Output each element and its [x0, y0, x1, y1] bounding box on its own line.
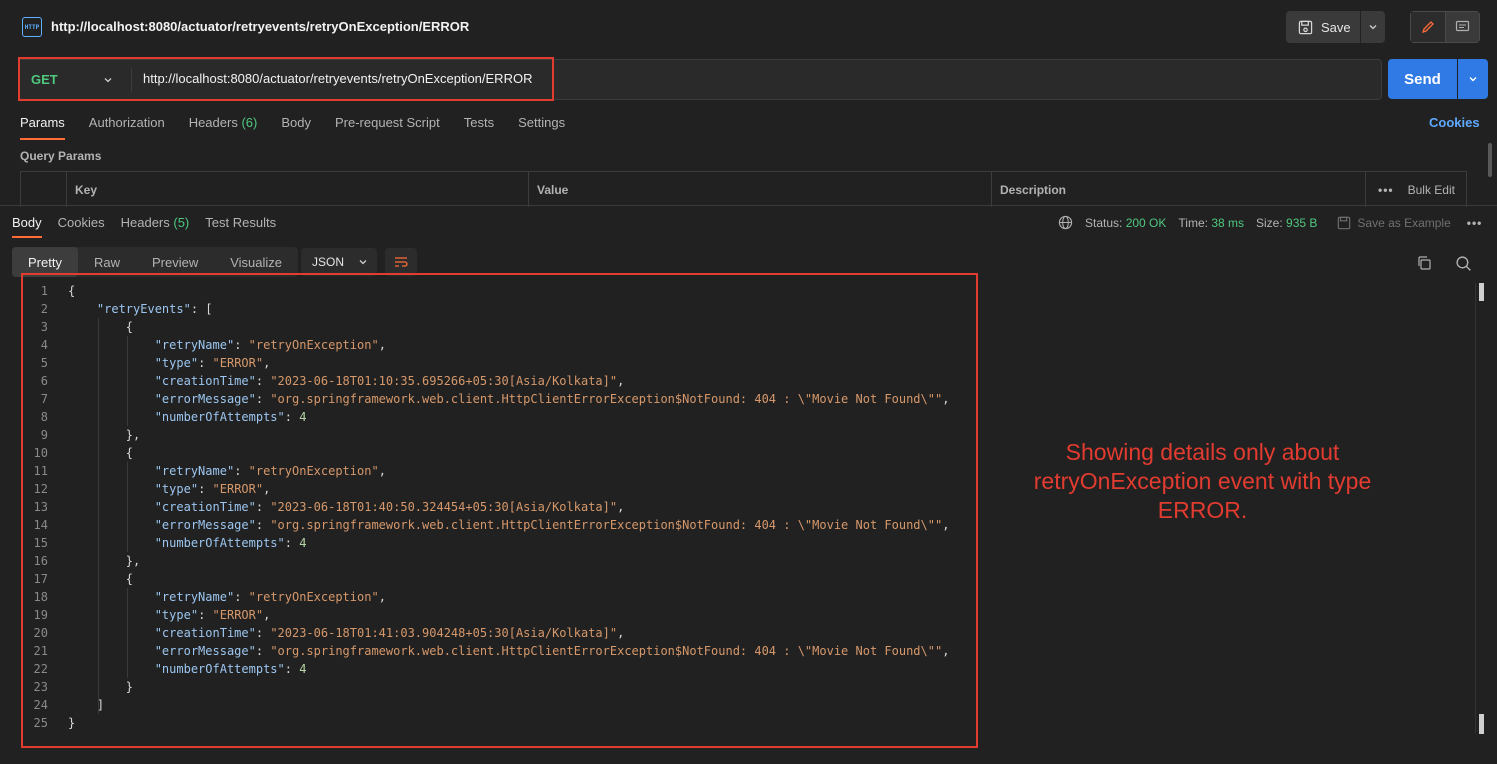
size-label: Size:	[1256, 215, 1283, 230]
tab-headers-label: Headers	[188, 115, 238, 130]
tab-response-headers[interactable]: Headers (5)	[121, 215, 190, 238]
status-label: Status:	[1085, 215, 1123, 230]
annotation-highlight-body	[21, 273, 978, 748]
format-value: JSON	[312, 255, 345, 269]
cookies-link[interactable]: Cookies	[1429, 115, 1480, 130]
scrollbar-thumb[interactable]	[1479, 714, 1484, 734]
key-header: Key	[67, 172, 529, 207]
tab-headers[interactable]: Headers (6)	[189, 115, 258, 140]
status: Status: 200 OK	[1085, 216, 1166, 230]
tab-params[interactable]: Params	[20, 115, 65, 140]
tab-response-headers-label: Headers	[120, 215, 170, 230]
tab-body[interactable]: Body	[281, 115, 311, 140]
tab-test-results[interactable]: Test Results	[205, 215, 276, 238]
scrollbar-thumb[interactable]	[1479, 283, 1484, 301]
copy-icon[interactable]	[1416, 255, 1432, 274]
headers-count: (6)	[241, 115, 258, 130]
edit-mode-button[interactable]	[1411, 12, 1446, 42]
request-title[interactable]: http://localhost:8080/actuator/retryeven…	[51, 19, 469, 34]
scrollbar-track[interactable]	[1475, 283, 1476, 733]
pane-divider[interactable]	[0, 205, 1497, 206]
tab-response-cookies[interactable]: Cookies	[58, 215, 105, 238]
value-header: Value	[529, 172, 992, 207]
bulk-edit-button[interactable]: Bulk Edit	[1408, 183, 1455, 197]
comment-icon	[1455, 20, 1469, 32]
annotation-text: Showing details only about retryOnExcept…	[1033, 439, 1372, 523]
chevron-down-icon	[1369, 25, 1377, 30]
search-icon[interactable]	[1455, 255, 1472, 275]
size: Size: 935 B	[1256, 216, 1317, 230]
description-header: Description	[992, 172, 1366, 207]
view-mode-toggle	[1410, 11, 1480, 43]
tab-prerequest-script[interactable]: Pre-request Script	[335, 115, 440, 140]
save-icon	[1338, 216, 1351, 229]
response-meta: Status: 200 OK Time: 38 ms Size: 935 B S…	[1058, 215, 1482, 230]
bulk-edit-area: ••• Bulk Edit	[1366, 172, 1466, 207]
chevron-down-icon	[359, 260, 367, 265]
more-icon[interactable]: •••	[1378, 183, 1394, 197]
wrap-icon	[395, 257, 408, 267]
http-icon: HTTP	[22, 17, 42, 37]
send-button[interactable]: Send	[1388, 59, 1457, 99]
request-tabs: Params Authorization Headers (6) Body Pr…	[20, 115, 565, 140]
send-options-button[interactable]	[1458, 59, 1488, 99]
comments-button[interactable]	[1445, 12, 1479, 42]
save-as-example-label: Save as Example	[1357, 215, 1451, 230]
save-label: Save	[1321, 19, 1351, 35]
tab-response-body[interactable]: Body	[12, 215, 42, 238]
tab-tests[interactable]: Tests	[464, 115, 494, 140]
query-params-table: Key Value Description ••• Bulk Edit	[20, 171, 1467, 207]
time-value: 38 ms	[1211, 215, 1244, 230]
save-button[interactable]: Save	[1286, 11, 1360, 43]
query-params-title: Query Params	[20, 149, 102, 163]
pencil-icon	[1421, 21, 1434, 34]
more-icon[interactable]: •••	[1467, 216, 1483, 230]
annotation-highlight-url	[18, 57, 554, 101]
chevron-down-icon	[1469, 77, 1477, 82]
wrap-lines-button[interactable]	[385, 248, 417, 276]
tab-authorization[interactable]: Authorization	[89, 115, 165, 140]
globe-icon[interactable]	[1058, 215, 1073, 230]
size-value: 935 B	[1286, 215, 1318, 230]
title-bar: HTTP http://localhost:8080/actuator/retr…	[0, 0, 1497, 56]
tab-settings[interactable]: Settings	[518, 115, 565, 140]
scrollbar[interactable]	[1488, 143, 1492, 177]
response-headers-count: (5)	[173, 215, 190, 230]
save-as-example-button[interactable]: Save as Example	[1337, 215, 1451, 230]
save-icon	[1298, 20, 1313, 34]
status-value: 200 OK	[1125, 215, 1167, 230]
response-tabs: Body Cookies Headers (5) Test Results	[12, 215, 276, 238]
time-label: Time:	[1178, 215, 1208, 230]
format-select[interactable]: JSON	[301, 248, 377, 276]
save-options-button[interactable]	[1361, 11, 1385, 43]
row-checkbox-column	[21, 172, 67, 207]
time: Time: 38 ms	[1178, 216, 1244, 230]
